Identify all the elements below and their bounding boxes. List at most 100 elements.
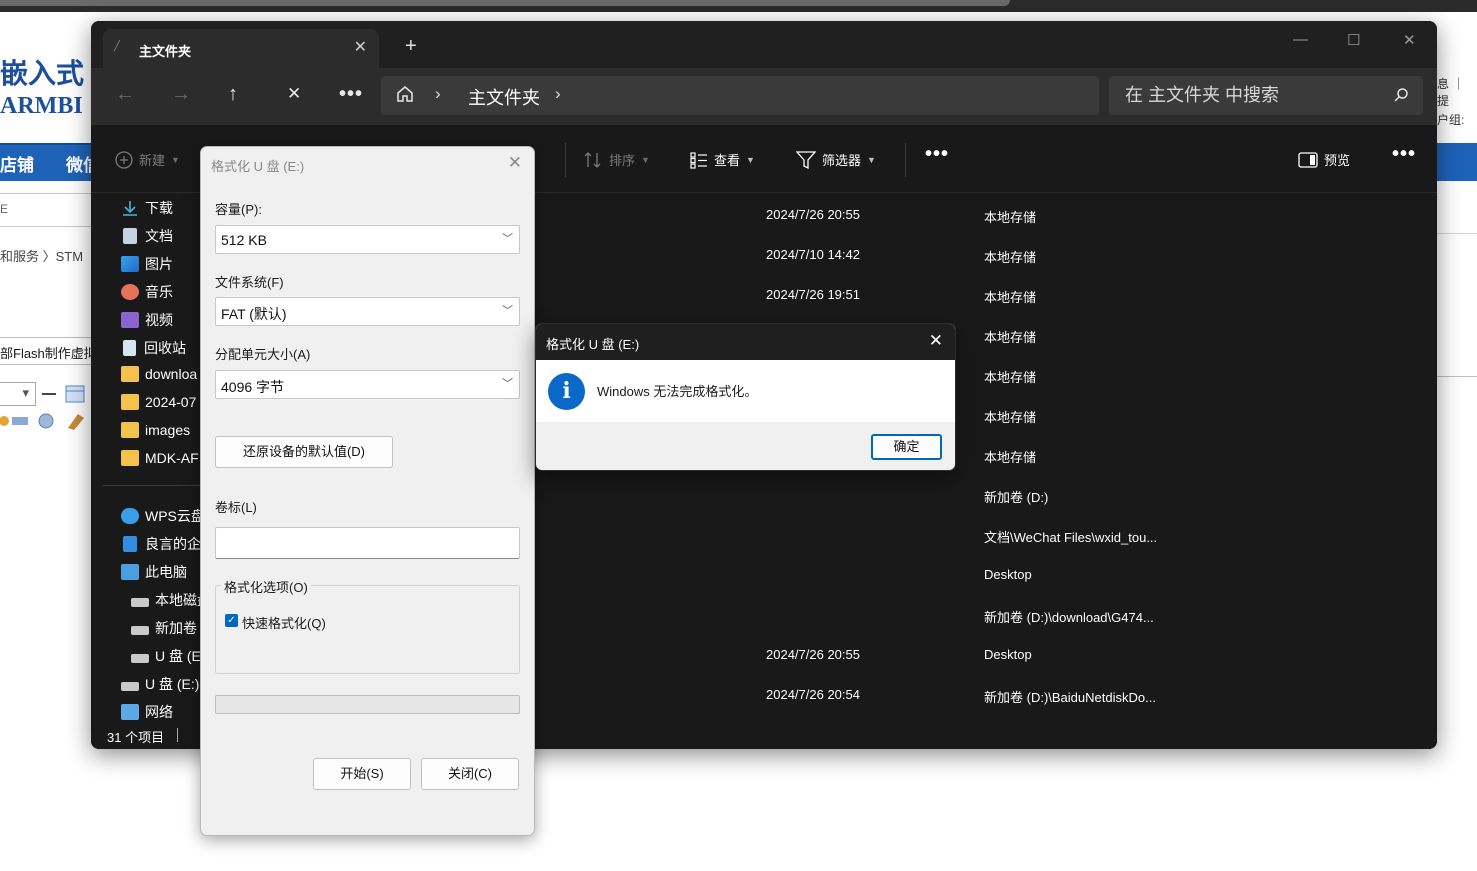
search-icon[interactable] [1393, 87, 1409, 106]
pin-icon: ╱ [114, 41, 121, 52]
nav-item-videos[interactable]: 视频 [121, 310, 173, 330]
table-row[interactable]: 2024/7/10 14:42 本地存储 [531, 235, 1437, 275]
table-row[interactable]: 2024/7/26 19:51 本地存储 [531, 275, 1437, 315]
explorer-tab-home[interactable]: ╱ 主文件夹 ✕ [103, 29, 379, 68]
dialog-title: 格式化 U 盘 (E:) [211, 159, 305, 174]
view-button[interactable]: 查看 ▼ [690, 150, 755, 169]
table-row[interactable]: 文档\WeChat Files\wxid_tou... [531, 515, 1437, 555]
back-arrow-icon[interactable]: ← [115, 82, 135, 106]
home-icon[interactable] [395, 84, 415, 107]
sort-button[interactable]: 排序 ▼ [583, 150, 650, 169]
view-list-icon [690, 151, 707, 169]
site-logo: 嵌入式 ARMBI [0, 59, 85, 119]
cloud-icon [121, 508, 139, 524]
divider [565, 143, 566, 177]
filesystem-select[interactable]: FAT (默认) ﹀ [215, 297, 520, 326]
close-icon[interactable]: ✕ [508, 153, 522, 173]
preview-button[interactable]: 预览 [1298, 150, 1350, 169]
maximize-button[interactable]: ☐ [1347, 31, 1360, 49]
usb-drive-icon [131, 654, 149, 663]
forward-arrow-icon[interactable]: → [171, 82, 191, 106]
drive-icon [131, 598, 149, 607]
chevron-down-icon: ﹀ [502, 305, 513, 317]
nav-item-downloads[interactable]: 下载 [121, 198, 173, 218]
allocation-unit-select[interactable]: 4096 字节 ﹀ [215, 370, 520, 399]
site-breadcrumb: 和服务 〉STM [0, 249, 84, 264]
quick-format-checkbox[interactable]: ✓ [225, 614, 238, 627]
folder-icon [121, 394, 139, 410]
nav-item-local-disk[interactable]: 本地磁盘 [131, 590, 211, 610]
drive-icon [131, 626, 149, 635]
breadcrumb-home[interactable]: 主文件夹 [468, 84, 540, 110]
new-tab-button[interactable]: + [405, 36, 417, 56]
site-toolbar-icons [0, 384, 95, 432]
format-progress-bar [215, 695, 520, 714]
search-box[interactable] [1109, 76, 1423, 115]
more-options-icon[interactable]: ••• [925, 143, 949, 166]
table-row[interactable]: 新加卷 (D:) [531, 475, 1437, 515]
table-row[interactable]: xt2024/7/26 20:55Desktop [524, 635, 1437, 675]
table-row[interactable]: 新加卷 (D:)\download\G474... [531, 595, 1437, 635]
nav-item-recycle-bin[interactable]: 回收站 [121, 338, 186, 358]
more-options-icon[interactable]: ••• [1392, 143, 1416, 166]
stop-icon[interactable]: ✕ [287, 82, 301, 106]
music-icon [121, 284, 139, 300]
up-arrow-icon[interactable]: ↑ [228, 82, 238, 106]
nav-item-new-volume[interactable]: 新加卷 [131, 618, 197, 638]
allocation-unit-label: 分配单元大小(A) [215, 347, 311, 362]
site-flash-link[interactable]: 部Flash制作虚拟 [0, 337, 95, 365]
filter-button[interactable]: 筛选器 ▼ [796, 150, 876, 169]
nav-item-wps-cloud[interactable]: WPS云盘 [121, 506, 205, 526]
download-icon [123, 201, 137, 216]
nav-item-onedrive[interactable]: 良言的企 [121, 534, 201, 554]
nav-item-pictures[interactable]: 图片 [121, 254, 173, 274]
divider [103, 485, 203, 486]
nav-item-music[interactable]: 音乐 [121, 282, 173, 302]
tab-label: 主文件夹 [139, 44, 192, 59]
nav-item-folder[interactable]: 2024-07 [121, 394, 196, 410]
close-button[interactable]: 关闭(C) [421, 758, 519, 790]
divider [905, 143, 906, 177]
address-bar[interactable]: › 主文件夹 › [381, 76, 1099, 115]
nav-item-folder[interactable]: MDK-AF [121, 450, 199, 466]
nav-item-usb-drive-root[interactable]: U 盘 (E:) [121, 674, 199, 694]
more-nav-icon[interactable]: ••• [339, 82, 363, 106]
restore-defaults-button[interactable]: 还原设备的默认值(D) [215, 436, 393, 468]
search-input[interactable] [1109, 76, 1423, 115]
site-nav-tab-shop[interactable]: 店铺 [0, 151, 34, 176]
chevron-down-icon: ▼ [641, 154, 650, 165]
preview-pane-icon [1298, 151, 1318, 168]
table-row[interactable]: 2024/7/26 20:54 新加卷 (D:)\BaiduNetdiskDo..… [531, 675, 1437, 715]
nav-item-network[interactable]: 网络 [121, 702, 173, 722]
minimize-button[interactable]: — [1293, 31, 1308, 48]
quick-format-label[interactable]: 快速格式化(Q) [242, 613, 326, 632]
close-window-button[interactable]: ✕ [1403, 31, 1416, 49]
site-right-links[interactable]: 息 ｜ 提 [1437, 75, 1477, 109]
site-input-box[interactable]: E [0, 193, 95, 227]
navigation-pane: 下载 文档 图片 音乐 视频 回收站 downloa 2024-07 image… [91, 193, 211, 720]
nav-item-folder[interactable]: images [121, 422, 190, 438]
new-button[interactable]: 新建 ▼ [115, 150, 180, 169]
format-dialog: 格式化 U 盘 (E:) ✕ 容量(P): 512 KB ﹀ 文件系统(F) F… [200, 146, 535, 836]
close-tab-icon[interactable]: ✕ [354, 37, 367, 57]
pictures-icon [121, 256, 139, 272]
nav-item-usb-drive[interactable]: U 盘 (E [131, 646, 201, 666]
address-row: ← → ↑ ✕ ••• › 主文件夹 › [91, 68, 1437, 125]
table-row[interactable]: 2024/7/26 20:55 本地存储 [531, 195, 1437, 235]
table-row[interactable]: Desktop [531, 555, 1437, 595]
error-message-box: 格式化 U 盘 (E:) ✕ i Windows 无法完成格式化。 确定 [535, 323, 956, 471]
start-button[interactable]: 开始(S) [313, 758, 411, 790]
volume-label-input[interactable] [215, 527, 520, 559]
nav-item-documents[interactable]: 文档 [121, 226, 173, 246]
item-count: 31 个项目 [107, 730, 165, 745]
chevron-right-icon[interactable]: › [435, 84, 441, 104]
nav-item-this-pc[interactable]: 此电脑 [121, 562, 187, 582]
ok-button[interactable]: 确定 [871, 434, 942, 460]
site-user-group: 户组: [1437, 113, 1465, 127]
capacity-select[interactable]: 512 KB ﹀ [215, 225, 520, 254]
close-icon[interactable]: ✕ [929, 331, 943, 351]
folder-icon [121, 366, 139, 382]
chevron-right-icon[interactable]: › [555, 84, 561, 104]
chevron-down-icon: ▼ [746, 154, 755, 165]
nav-item-folder[interactable]: downloa [121, 366, 197, 382]
